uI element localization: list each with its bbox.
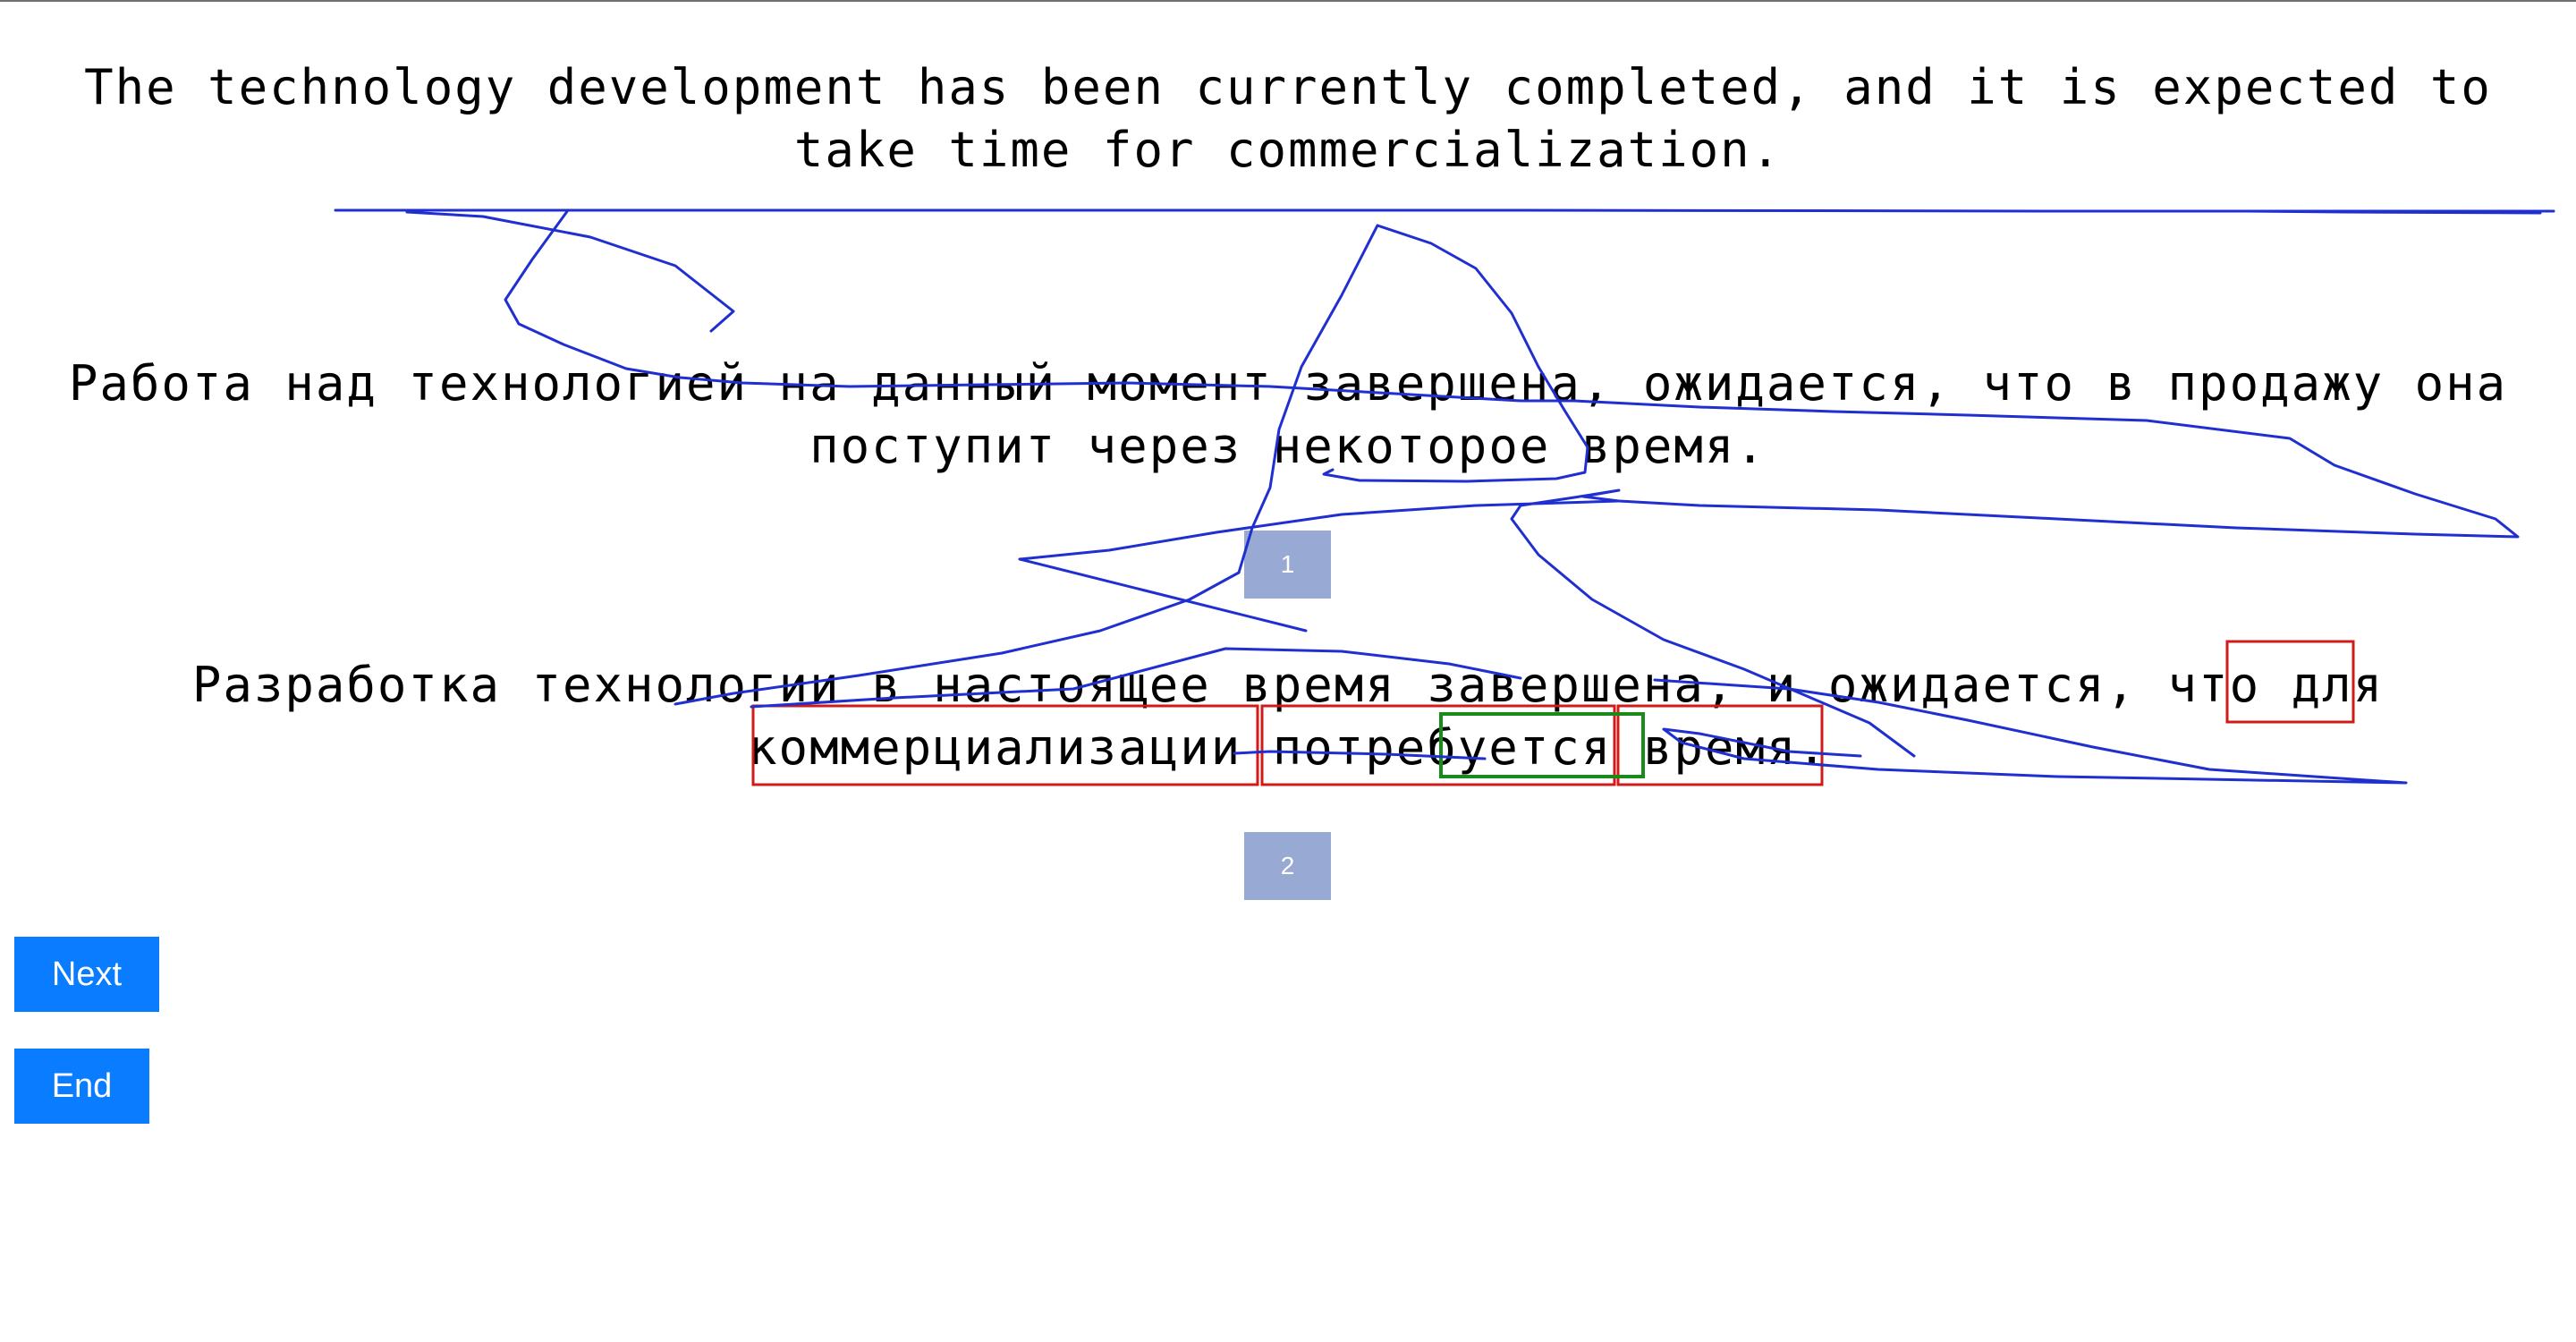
translation-1-text: Работа над технологией на данный момент … (68, 355, 2508, 474)
pen-stroke-top-right (2243, 209, 2542, 215)
source-sentence: The technology development has been curr… (84, 59, 2492, 178)
translation-2-badge[interactable]: 2 (1244, 832, 1331, 900)
end-button[interactable]: End (14, 1049, 149, 1124)
translation-1-badge[interactable]: 1 (1244, 531, 1331, 599)
pen-stroke-underline (334, 208, 2555, 213)
top-border (0, 0, 2576, 2)
translation-2-text: Разработка технологии в настоящее время … (191, 657, 2385, 776)
next-button[interactable]: Next (14, 937, 159, 1012)
